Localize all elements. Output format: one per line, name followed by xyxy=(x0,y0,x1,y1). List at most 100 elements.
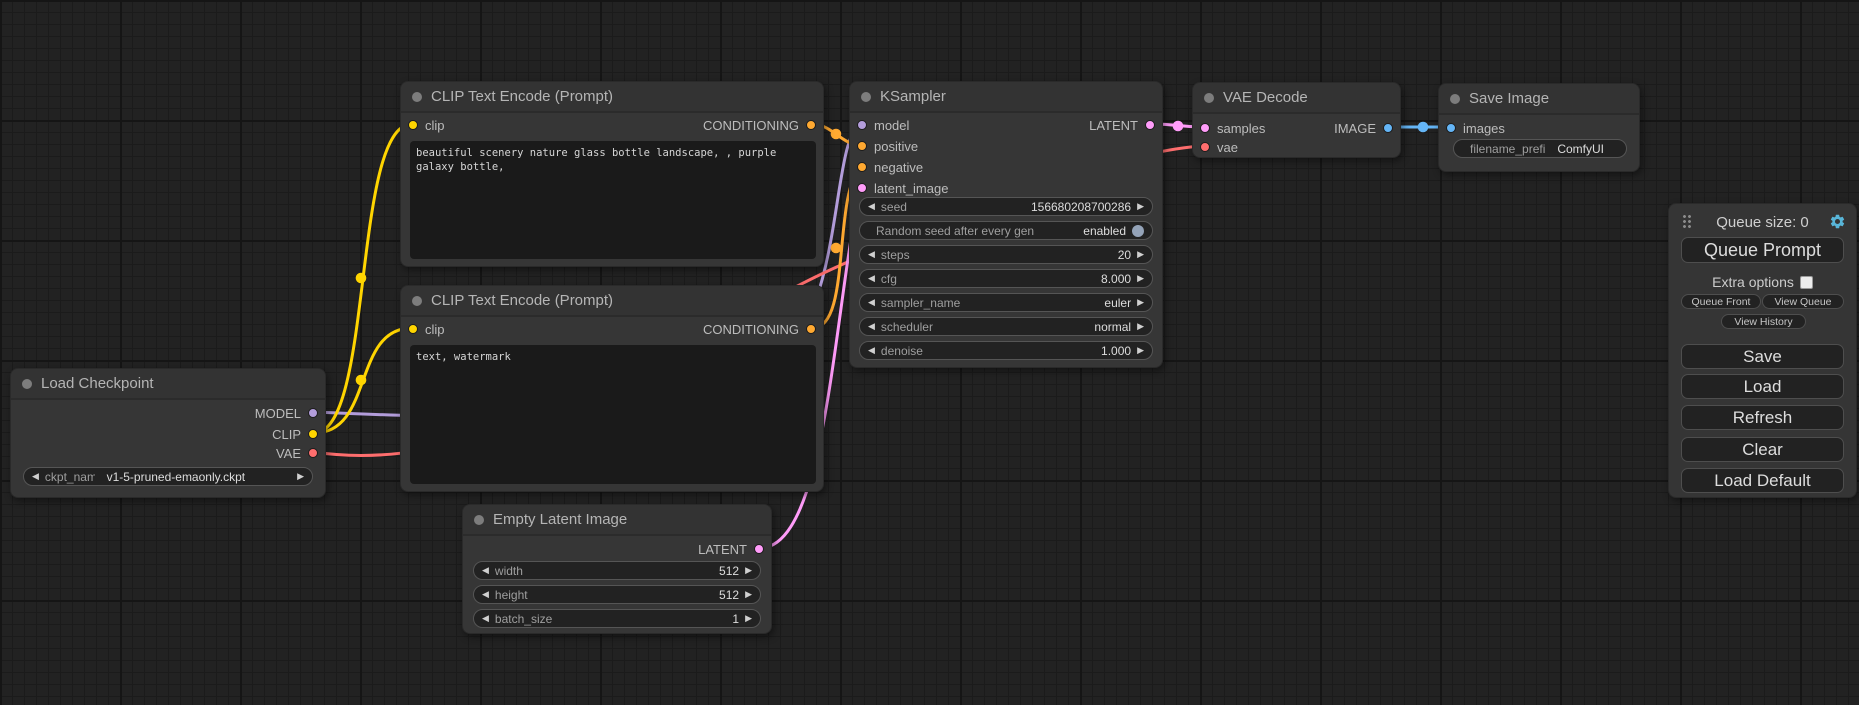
node-title-bar[interactable]: CLIP Text Encode (Prompt) xyxy=(401,286,823,317)
prev-value-arrow-icon[interactable]: ◀ xyxy=(868,250,875,259)
slot-dot-vae[interactable] xyxy=(308,448,318,458)
slot-dot-conditioning[interactable] xyxy=(806,120,816,130)
clear-button[interactable]: Clear xyxy=(1681,437,1844,462)
input-slot-samples[interactable]: samples xyxy=(1200,119,1265,137)
prev-value-arrow-icon[interactable]: ◀ xyxy=(482,590,489,599)
slot-dot-image[interactable] xyxy=(1446,123,1456,133)
prev-value-arrow-icon[interactable]: ◀ xyxy=(868,298,875,307)
next-value-arrow-icon[interactable]: ▶ xyxy=(1137,298,1144,307)
input-slot-clip[interactable]: clip xyxy=(408,320,445,338)
collapse-toggle-icon[interactable] xyxy=(412,92,422,102)
widget-height[interactable]: ◀ height 512 ▶ xyxy=(473,585,761,604)
output-slot-vae[interactable]: VAE xyxy=(276,444,318,462)
next-value-arrow-icon[interactable]: ▶ xyxy=(745,614,752,623)
load-button[interactable]: Load xyxy=(1681,374,1844,399)
link-midpoint-dot[interactable] xyxy=(356,273,367,284)
node-load-checkpoint[interactable]: Load Checkpoint MODEL CLIP VAE ◀ ckpt_na… xyxy=(10,368,326,498)
prev-value-arrow-icon[interactable]: ◀ xyxy=(868,274,875,283)
slot-dot-latent[interactable] xyxy=(857,183,867,193)
output-slot-conditioning[interactable]: CONDITIONING xyxy=(703,320,816,338)
input-slot-negative[interactable]: negative xyxy=(857,158,923,176)
link-midpoint-dot[interactable] xyxy=(1418,122,1429,133)
input-slot-model[interactable]: model xyxy=(857,116,909,134)
next-value-arrow-icon[interactable]: ▶ xyxy=(1137,202,1144,211)
input-slot-images[interactable]: images xyxy=(1446,119,1505,137)
widget-cfg[interactable]: ◀ cfg 8.000 ▶ xyxy=(859,269,1153,288)
node-ksampler[interactable]: KSampler model positive negative latent_… xyxy=(849,81,1163,368)
widget-scheduler[interactable]: ◀ scheduler normal ▶ xyxy=(859,317,1153,336)
link-midpoint-dot[interactable] xyxy=(1173,121,1184,132)
prev-value-arrow-icon[interactable]: ◀ xyxy=(868,322,875,331)
node-clip-text-encode-positive[interactable]: CLIP Text Encode (Prompt) clip CONDITION… xyxy=(400,81,824,267)
input-slot-positive[interactable]: positive xyxy=(857,137,918,155)
queue-panel[interactable]: Queue size: 0 Queue Prompt Extra options… xyxy=(1668,203,1857,498)
widget-width[interactable]: ◀ width 512 ▶ xyxy=(473,561,761,580)
input-slot-latent-image[interactable]: latent_image xyxy=(857,179,948,197)
node-vae-decode[interactable]: VAE Decode samples vae IMAGE xyxy=(1192,82,1401,158)
widget-denoise[interactable]: ◀ denoise 1.000 ▶ xyxy=(859,341,1153,360)
slot-dot-model[interactable] xyxy=(308,408,318,418)
prev-value-arrow-icon[interactable]: ◀ xyxy=(482,614,489,623)
drag-handle-icon[interactable] xyxy=(1682,214,1692,229)
widget-ckpt-name[interactable]: ◀ ckpt_name v1-5-pruned-emaonly.ckpt ▶ xyxy=(23,467,313,486)
slot-dot-latent[interactable] xyxy=(754,544,764,554)
refresh-button[interactable]: Refresh xyxy=(1681,405,1844,430)
output-slot-latent[interactable]: LATENT xyxy=(1089,116,1155,134)
slot-dot-vae[interactable] xyxy=(1200,142,1210,152)
queue-front-button[interactable]: Queue Front xyxy=(1681,294,1761,309)
slot-dot-latent[interactable] xyxy=(1145,120,1155,130)
collapse-toggle-icon[interactable] xyxy=(861,92,871,102)
node-title-bar[interactable]: Load Checkpoint xyxy=(11,369,325,400)
prev-value-arrow-icon[interactable]: ◀ xyxy=(32,472,39,481)
input-slot-clip[interactable]: clip xyxy=(408,116,445,134)
slot-dot-clip[interactable] xyxy=(408,120,418,130)
prev-value-arrow-icon[interactable]: ◀ xyxy=(482,566,489,575)
node-title-bar[interactable]: Save Image xyxy=(1439,84,1639,115)
link-midpoint-dot[interactable] xyxy=(831,243,842,254)
positive-prompt-textarea[interactable]: beautiful scenery nature glass bottle la… xyxy=(410,141,816,259)
settings-gear-icon[interactable] xyxy=(1829,213,1846,230)
collapse-toggle-icon[interactable] xyxy=(1450,94,1460,104)
toggle-dot-icon[interactable] xyxy=(1132,225,1144,237)
output-slot-conditioning[interactable]: CONDITIONING xyxy=(703,116,816,134)
output-slot-image[interactable]: IMAGE xyxy=(1334,119,1393,137)
next-value-arrow-icon[interactable]: ▶ xyxy=(1137,274,1144,283)
view-history-button[interactable]: View History xyxy=(1721,314,1806,329)
next-value-arrow-icon[interactable]: ▶ xyxy=(1137,346,1144,355)
slot-dot-latent[interactable] xyxy=(1200,123,1210,133)
widget-steps[interactable]: ◀ steps 20 ▶ xyxy=(859,245,1153,264)
collapse-toggle-icon[interactable] xyxy=(474,515,484,525)
queue-prompt-button[interactable]: Queue Prompt xyxy=(1681,237,1844,263)
node-title-bar[interactable]: VAE Decode xyxy=(1193,83,1400,114)
slot-dot-conditioning[interactable] xyxy=(857,141,867,151)
collapse-toggle-icon[interactable] xyxy=(412,296,422,306)
graph-canvas[interactable]: { "colors": { "model": "#B39DDB", "clip"… xyxy=(0,0,1859,705)
view-queue-button[interactable]: View Queue xyxy=(1762,294,1844,309)
next-value-arrow-icon[interactable]: ▶ xyxy=(1137,322,1144,331)
output-slot-latent[interactable]: LATENT xyxy=(698,540,764,558)
output-slot-model[interactable]: MODEL xyxy=(255,404,318,422)
node-title-bar[interactable]: KSampler xyxy=(850,82,1162,113)
negative-prompt-textarea[interactable]: text, watermark xyxy=(410,345,816,484)
node-title-bar[interactable]: Empty Latent Image xyxy=(463,505,771,536)
extra-options-checkbox[interactable] xyxy=(1800,276,1813,289)
prev-value-arrow-icon[interactable]: ◀ xyxy=(868,202,875,211)
link-midpoint-dot[interactable] xyxy=(356,375,367,386)
slot-dot-clip[interactable] xyxy=(408,324,418,334)
output-slot-clip[interactable]: CLIP xyxy=(272,425,318,443)
next-value-arrow-icon[interactable]: ▶ xyxy=(745,566,752,575)
slot-dot-conditioning[interactable] xyxy=(806,324,816,334)
load-default-button[interactable]: Load Default xyxy=(1681,468,1844,493)
slot-dot-model[interactable] xyxy=(857,120,867,130)
widget-random-seed-toggle[interactable]: Random seed after every gen enabled xyxy=(859,221,1153,240)
widget-seed[interactable]: ◀ seed 156680208700286 ▶ xyxy=(859,197,1153,216)
next-value-arrow-icon[interactable]: ▶ xyxy=(745,590,752,599)
slot-dot-clip[interactable] xyxy=(308,429,318,439)
link-midpoint-dot[interactable] xyxy=(831,129,842,140)
save-button[interactable]: Save xyxy=(1681,344,1844,369)
collapse-toggle-icon[interactable] xyxy=(1204,93,1214,103)
node-clip-text-encode-negative[interactable]: CLIP Text Encode (Prompt) clip CONDITION… xyxy=(400,285,824,492)
next-value-arrow-icon[interactable]: ▶ xyxy=(297,472,304,481)
prev-value-arrow-icon[interactable]: ◀ xyxy=(868,346,875,355)
widget-sampler-name[interactable]: ◀ sampler_name euler ▶ xyxy=(859,293,1153,312)
